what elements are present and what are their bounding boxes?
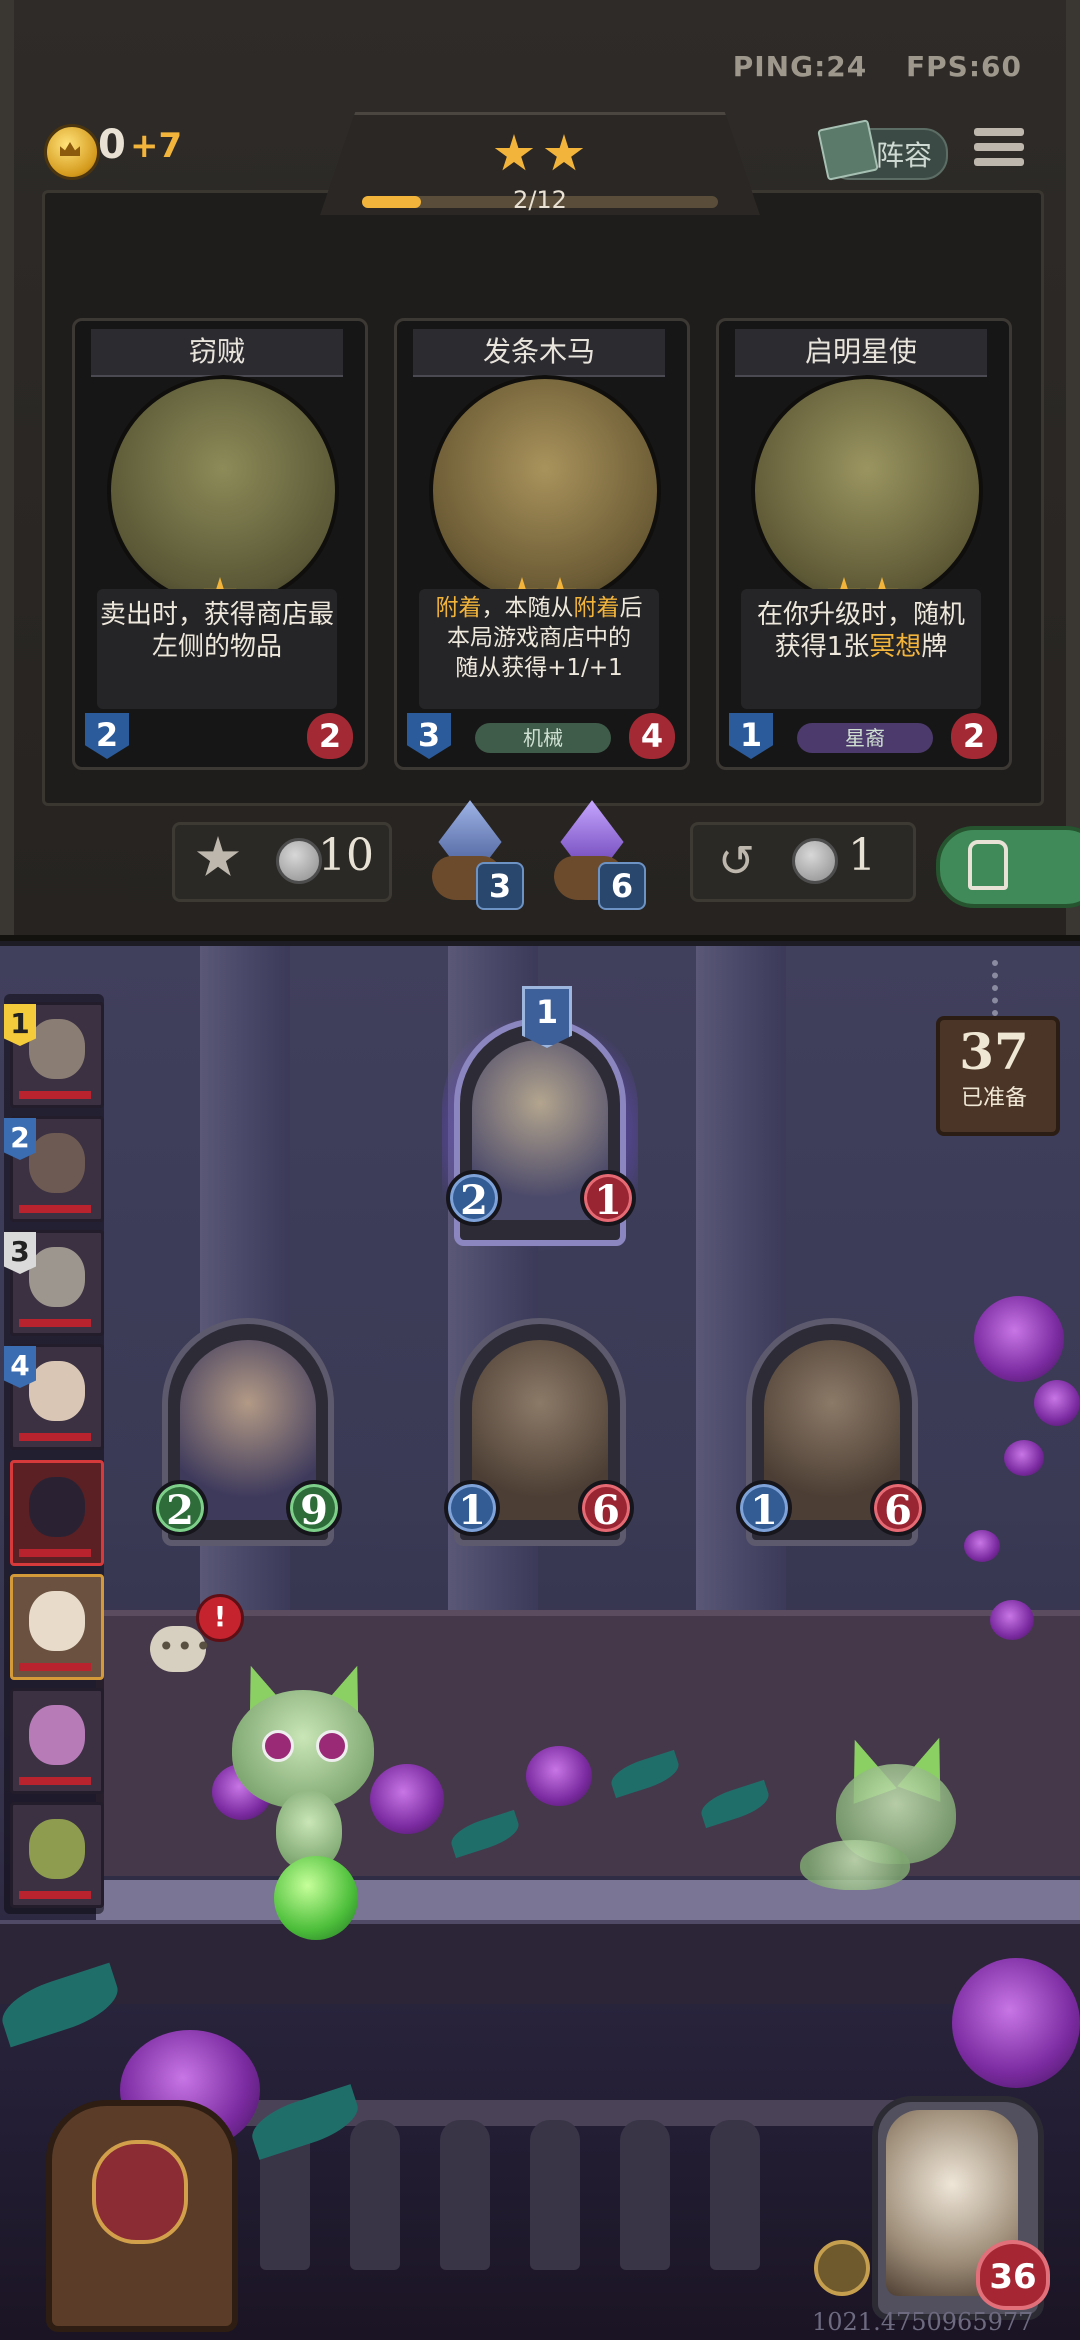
rose-decoration [1034,1380,1080,1426]
card-health-badge: 2 [951,713,997,759]
lineup-button-label: 阵容 [876,139,933,172]
stage-floor [96,1880,1080,1920]
silver-coin-icon [276,838,322,884]
unit-attack: 1 [444,1480,500,1536]
lock-icon [968,840,1008,890]
rose-decoration [1004,1440,1044,1476]
unit-health: 9 [286,1480,342,1536]
xp-progress-fill [362,196,421,208]
hamburger-menu-icon[interactable] [974,128,1024,178]
card-attack-badge: 3 [407,713,451,759]
roster-self-slot[interactable] [10,1574,104,1680]
ready-label: 已准备 [960,1086,1027,1111]
network-stats: PING:24 FPS:60 [705,50,1022,83]
pet-eye [262,1730,294,1762]
card-health-badge: 4 [629,713,675,759]
frame-edge-left [0,0,14,935]
purple-gem-bag[interactable]: 6 [554,800,646,910]
unit-health: 6 [870,1480,926,1536]
rose-decoration [952,1958,1080,2088]
gold-coin-icon [44,124,100,180]
chain-decoration [992,960,1004,1016]
roster-rank-badge: 2 [4,1118,36,1160]
book-icon [817,119,879,181]
opponent-pet-body [800,1840,910,1890]
blue-gem-bag[interactable]: 3 [432,800,524,910]
roster-rank-badge: 1 [4,1004,36,1046]
refresh-cost: 1 [848,830,876,881]
card-attack-badge: 1 [729,713,773,759]
baluster [530,2120,580,2270]
green-orb [274,1856,358,1940]
silver-coin-icon [792,838,838,884]
upgrade-cost: 10 [318,830,374,881]
baluster [440,2120,490,2270]
roster-rank-badge: 3 [4,1232,36,1274]
stage-front [0,1920,1080,2004]
xp-progress-text: 2/12 [513,186,567,214]
roster-current-opponent-slot[interactable] [10,1460,104,1566]
ready-count: 37 [959,1022,1029,1081]
unit-attack: 1 [736,1480,792,1536]
baluster [710,2120,760,2270]
unit-health: 6 [578,1480,634,1536]
dawnstar-envoy-portrait [751,375,983,607]
rose-decoration [964,1530,1000,1562]
blue-gem-count: 3 [476,862,524,910]
refresh-icon: ↺ [718,836,755,887]
card-description: 附着，本随从附着后 本局游戏商店中的 随从获得+1/+1 [419,589,659,709]
card-tribe-tag: 星裔 [797,723,933,753]
clockwork-horse-portrait [429,375,661,607]
pet-eye [316,1730,348,1762]
shop-card-clockwork-horse[interactable]: 发条木马 附着，本随从附着后 本局游戏商店中的 随从获得+1/+1 机械 3 4 [394,318,690,770]
card-name: 窃贼 [91,329,343,377]
unit-attack: 2 [152,1480,208,1536]
baluster [350,2120,400,2270]
fps-label: FPS:60 [906,50,1022,83]
hero-health: 36 [976,2240,1050,2310]
unit-health: 1 [580,1170,636,1226]
gold-value: 0 [98,122,126,168]
purple-gem-count: 6 [598,862,646,910]
card-name: 发条木马 [413,329,665,377]
unit-level-badge: 1 [522,986,572,1048]
shop-card-dawnstar-envoy[interactable]: 启明星使 在你升级时，随机 获得1张冥想牌 星裔 1 2 [716,318,1012,770]
hero-power-button[interactable] [814,2240,870,2296]
card-attack-badge: 2 [85,713,129,759]
shop-card-thief[interactable]: 窃贼 卖出时，获得商店最 左侧的物品 2 2 [72,318,368,770]
card-description: 在你升级时，随机 获得1张冥想牌 [741,589,981,709]
freeze-shop-button[interactable] [936,826,1080,908]
rose-decoration [370,1764,444,1834]
baluster [620,2120,670,2270]
rose-decoration [526,1746,592,1806]
roster-rank-badge: 4 [4,1346,36,1388]
rose-decoration [974,1296,1064,1382]
rose-decoration [990,1600,1034,1640]
ping-label: PING:24 [732,50,868,83]
game-id: 1021.4750965977 [812,2308,1034,2336]
card-name: 启明星使 [735,329,987,377]
card-tribe-tag: 机械 [475,723,611,753]
unit-attack: 2 [446,1170,502,1226]
frame-edge-right [1066,0,1080,935]
card-description: 卖出时，获得商店最 左侧的物品 [97,589,337,709]
card-health-badge: 2 [307,713,353,759]
roster-opponent-slot[interactable] [10,1688,104,1794]
goblin-thief-portrait [107,375,339,607]
chest-emblem-icon [92,2140,188,2244]
roster-opponent-slot[interactable] [10,1802,104,1908]
chat-alert-badge: ! [196,1594,244,1642]
gold-income: +7 [130,126,183,166]
